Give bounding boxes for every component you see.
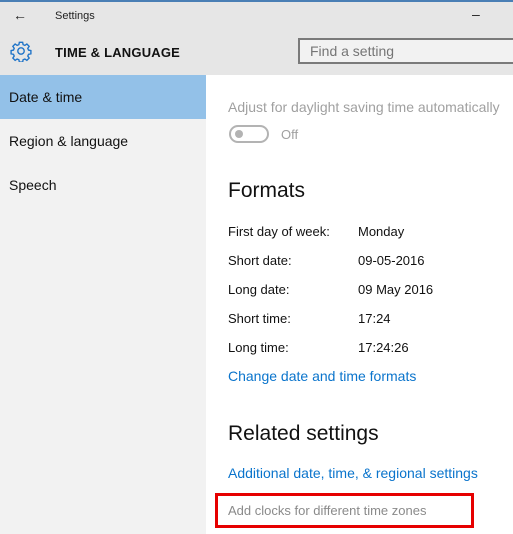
format-value: 17:24:26 — [358, 340, 409, 355]
format-value: Monday — [358, 224, 405, 239]
format-value: 09-05-2016 — [358, 253, 425, 268]
sidebar-item-label: Region & language — [9, 133, 129, 149]
formats-heading: Formats — [228, 179, 306, 202]
minimize-button[interactable]: – — [472, 6, 480, 22]
app-title: Settings — [55, 10, 95, 22]
format-row: First day of week: Monday — [228, 224, 404, 239]
format-row: Short time: 17:24 — [228, 311, 391, 326]
format-label: Long date: — [228, 282, 290, 297]
sidebar: Date & time Region & language Speech — [0, 75, 206, 534]
section-title: TIME & LANGUAGE — [55, 45, 181, 60]
format-row: Long time: 17:24:26 — [228, 340, 409, 355]
daylight-saving-toggle[interactable] — [229, 125, 269, 143]
search-input[interactable] — [298, 38, 513, 64]
additional-regional-settings-link[interactable]: Additional date, time, & regional settin… — [228, 465, 478, 481]
format-row: Long date: 09 May 2016 — [228, 282, 433, 297]
daylight-saving-label: Adjust for daylight saving time automati… — [228, 99, 500, 115]
format-label: Short time: — [228, 311, 291, 326]
format-label: Long time: — [228, 340, 289, 355]
sidebar-item-region-language[interactable]: Region & language — [0, 119, 206, 163]
sidebar-item-label: Date & time — [9, 89, 83, 105]
sidebar-item-date-time[interactable]: Date & time — [0, 75, 206, 119]
format-row: Short date: 09-05-2016 — [228, 253, 425, 268]
settings-header: TIME & LANGUAGE — [0, 32, 513, 75]
related-settings-heading: Related settings — [228, 422, 379, 445]
format-label: First day of week: — [228, 224, 330, 239]
content-pane: Adjust for daylight saving time automati… — [206, 75, 513, 534]
back-arrow-icon[interactable]: ← — [13, 7, 27, 23]
format-value: 09 May 2016 — [358, 282, 434, 297]
sidebar-item-speech[interactable]: Speech — [0, 163, 206, 207]
red-highlight-box — [215, 493, 474, 528]
gear-icon — [10, 41, 32, 62]
toggle-state-label: Off — [281, 127, 299, 142]
sidebar-item-label: Speech — [9, 177, 57, 193]
format-label: Short date: — [228, 253, 292, 268]
change-formats-link[interactable]: Change date and time formats — [228, 368, 416, 384]
format-value: 17:24 — [358, 311, 391, 326]
toggle-knob — [235, 130, 243, 138]
title-bar: ← Settings – — [0, 2, 513, 32]
